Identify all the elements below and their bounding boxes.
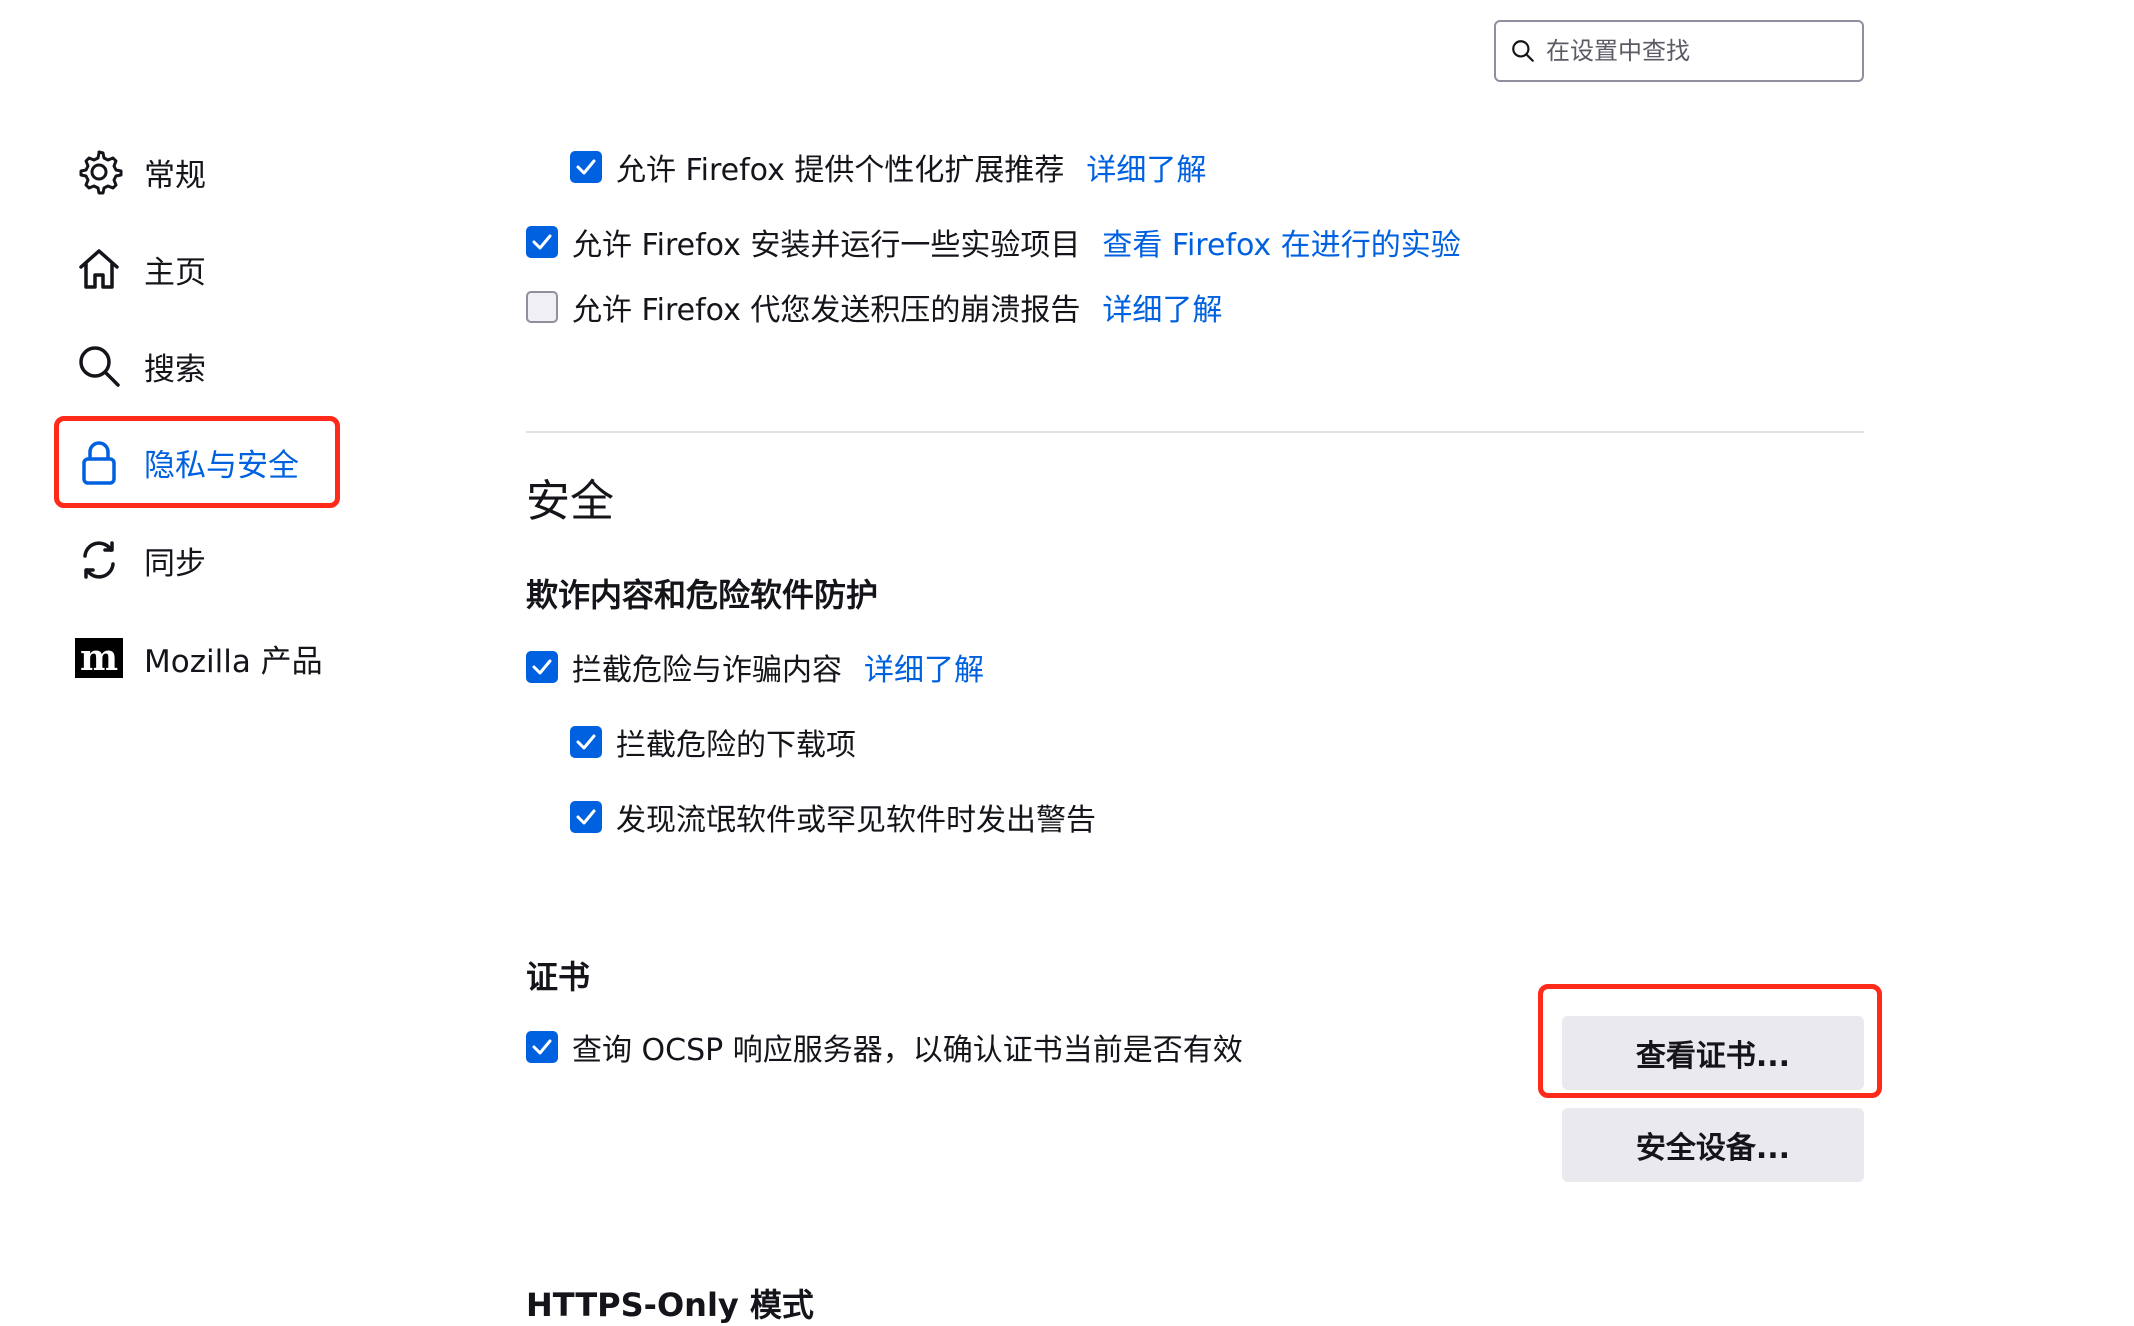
view-certificates-button[interactable]: 查看证书... xyxy=(1562,1016,1864,1090)
sidebar-item-search[interactable]: 搜索 xyxy=(74,334,206,398)
deceptive-content-heading: 欺诈内容和危险软件防护 xyxy=(526,576,879,614)
ocsp-row: 查询 OCSP 响应服务器，以确认证书当前是否有效 xyxy=(526,1024,1243,1070)
block-dangerous-row: 拦截危险与诈骗内容 详细了解 xyxy=(526,644,984,690)
sidebar-item-home[interactable]: 主页 xyxy=(74,237,206,301)
learn-more-link[interactable]: 详细了解 xyxy=(864,645,984,689)
security-section-title: 安全 xyxy=(526,476,614,527)
checkbox-label: 拦截危险与诈骗内容 xyxy=(572,653,842,688)
block-dangerous-checkbox[interactable] xyxy=(526,651,558,683)
view-studies-link[interactable]: 查看 Firefox 在进行的实验 xyxy=(1102,220,1460,264)
home-icon xyxy=(74,244,124,294)
sidebar-item-label: 隐私与安全 xyxy=(144,447,299,484)
search-icon xyxy=(1512,40,1534,62)
search-icon xyxy=(74,341,124,391)
certificates-heading: 证书 xyxy=(526,958,591,996)
crash-reports-row: 允许 Firefox 代您发送积压的崩溃报告 详细了解 xyxy=(526,284,1222,330)
checkbox-label: 允许 Firefox 提供个性化扩展推荐 xyxy=(616,153,1065,188)
gear-icon xyxy=(74,147,124,197)
checkbox-label: 查询 OCSP 响应服务器，以确认证书当前是否有效 xyxy=(572,1033,1243,1068)
settings-search-box[interactable] xyxy=(1494,20,1864,82)
personalized-extensions-row: 允许 Firefox 提供个性化扩展推荐 详细了解 xyxy=(570,144,1206,190)
learn-more-link[interactable]: 详细了解 xyxy=(1102,285,1222,329)
checkbox-label: 拦截危险的下载项 xyxy=(616,728,856,763)
sidebar-item-label: 搜索 xyxy=(144,351,206,388)
block-downloads-row: 拦截危险的下载项 xyxy=(570,719,856,765)
checkbox-label: 发现流氓软件或罕见软件时发出警告 xyxy=(616,803,1096,838)
sync-icon xyxy=(74,535,124,585)
learn-more-link[interactable]: 详细了解 xyxy=(1086,145,1206,189)
sidebar-item-mozilla[interactable]: m Mozilla 产品 xyxy=(74,626,323,690)
https-only-heading: HTTPS-Only 模式 xyxy=(526,1286,814,1324)
checkbox-label: 允许 Firefox 代您发送积压的崩溃报告 xyxy=(572,293,1081,328)
ocsp-checkbox[interactable] xyxy=(526,1031,558,1063)
studies-checkbox[interactable] xyxy=(526,226,558,258)
warn-unwanted-row: 发现流氓软件或罕见软件时发出警告 xyxy=(570,794,1096,840)
sidebar-item-sync[interactable]: 同步 xyxy=(74,528,206,592)
mozilla-logo-icon: m xyxy=(74,633,124,683)
crash-reports-checkbox[interactable] xyxy=(526,291,558,323)
sidebar-item-label: 同步 xyxy=(144,545,206,582)
personalized-extensions-checkbox[interactable] xyxy=(570,151,602,183)
sidebar-item-label: 常规 xyxy=(144,157,206,194)
sidebar-item-label: Mozilla 产品 xyxy=(144,643,323,680)
lock-icon xyxy=(74,437,124,487)
security-devices-button[interactable]: 安全设备... xyxy=(1562,1108,1864,1182)
search-input[interactable] xyxy=(1546,31,1862,71)
warn-unwanted-checkbox[interactable] xyxy=(570,801,602,833)
sidebar-item-label: 主页 xyxy=(144,254,206,291)
sidebar-item-privacy[interactable]: 隐私与安全 xyxy=(74,430,299,494)
studies-row: 允许 Firefox 安装并运行一些实验项目 查看 Firefox 在进行的实验 xyxy=(526,219,1461,265)
sidebar-item-general[interactable]: 常规 xyxy=(74,140,206,204)
block-downloads-checkbox[interactable] xyxy=(570,726,602,758)
checkbox-label: 允许 Firefox 安装并运行一些实验项目 xyxy=(572,228,1081,263)
section-divider xyxy=(526,431,1864,433)
